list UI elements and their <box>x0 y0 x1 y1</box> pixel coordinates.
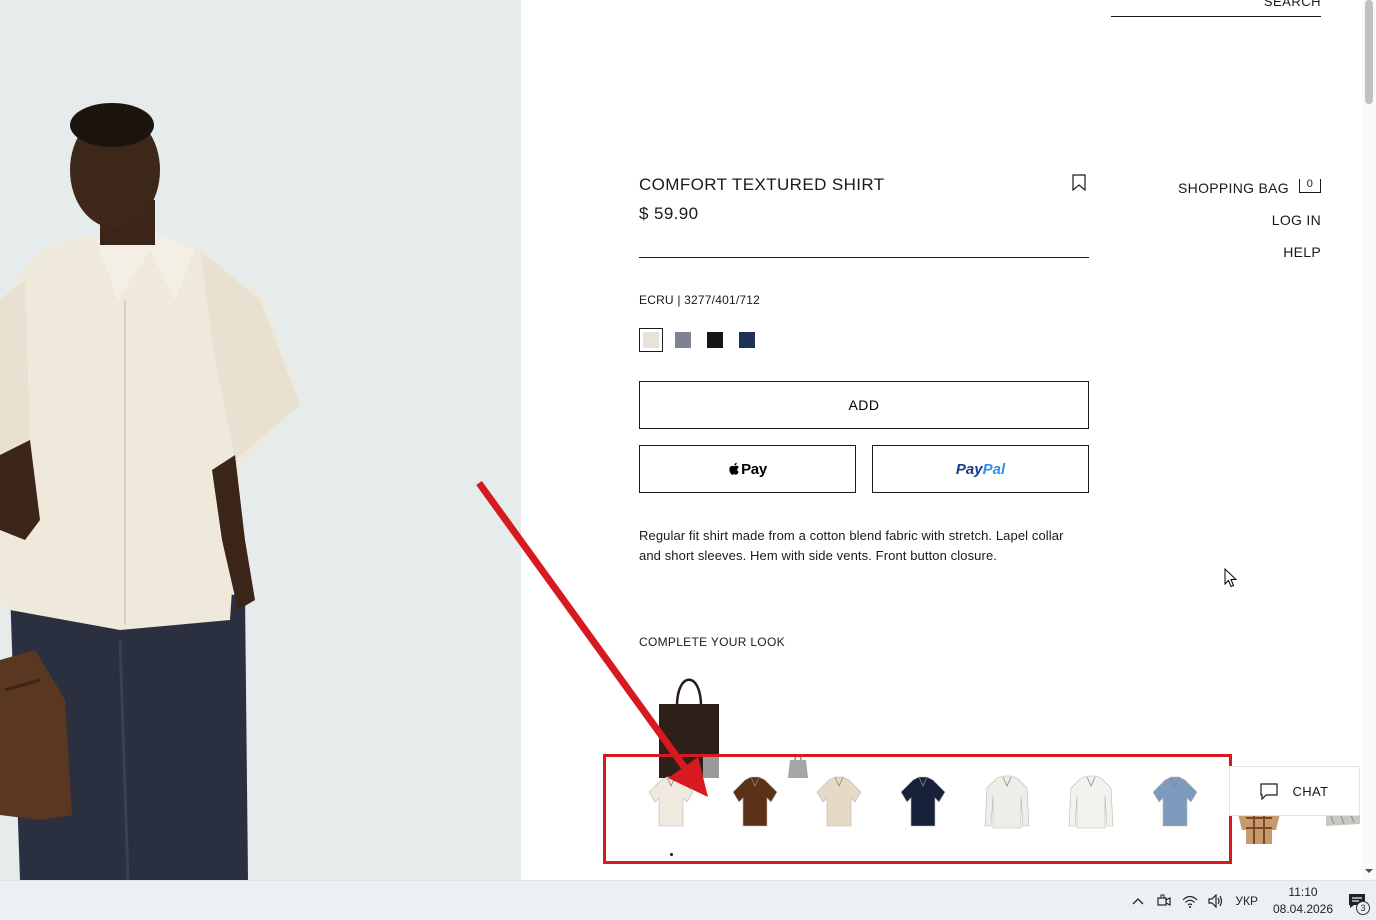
clock-time: 11:10 <box>1288 885 1318 899</box>
apple-pay-button[interactable]: Pay <box>639 445 856 493</box>
model-image <box>0 0 521 880</box>
carousel-indicator <box>670 853 673 856</box>
input-language-indicator[interactable]: УКР <box>1229 894 1268 908</box>
bookmark-icon[interactable] <box>1072 174 1086 191</box>
chat-label: CHAT <box>1292 783 1329 799</box>
help-link[interactable]: HELP <box>1283 244 1321 260</box>
product-photo[interactable] <box>0 0 521 880</box>
system-tray: УКР 11:10 08.04.2026 3 <box>1125 881 1376 920</box>
notification-center-button[interactable]: 3 <box>1338 881 1376 920</box>
carousel-item-beige-short-sleeve-shirt[interactable] <box>815 774 863 830</box>
mouse-cursor-icon <box>1224 568 1238 588</box>
color-reference: ECRU | 3277/401/712 <box>639 293 760 307</box>
notification-count-badge: 3 <box>1356 901 1370 915</box>
wifi-icon[interactable] <box>1177 881 1203 920</box>
similar-items-carousel[interactable] <box>603 754 1232 864</box>
product-title: COMFORT TEXTURED SHIRT <box>639 175 885 194</box>
clock-date: 08.04.2026 <box>1272 902 1334 916</box>
carousel-item-ecru-short-sleeve-shirt[interactable] <box>647 774 695 830</box>
swatch-ecru[interactable] <box>639 328 663 352</box>
express-payment-row: Pay PayPal <box>639 445 1089 493</box>
carousel-item-navy-polo-shirt[interactable] <box>899 774 947 830</box>
chat-button[interactable]: CHAT <box>1229 766 1360 816</box>
complete-your-look-heading: COMPLETE YOUR LOOK <box>639 635 785 649</box>
apple-icon <box>729 462 739 475</box>
show-hidden-icons-chevron-icon[interactable] <box>1125 881 1151 920</box>
search-link[interactable]: SEARCH <box>1111 0 1321 17</box>
add-button[interactable]: ADD <box>639 381 1089 429</box>
carousel-item-white-long-sleeve-shirt-2[interactable] <box>1067 774 1115 830</box>
paypal-logo: PayPal <box>955 460 1006 478</box>
swatch-navy[interactable] <box>739 332 755 348</box>
page-scrollbar[interactable] <box>1362 0 1376 880</box>
volume-icon[interactable] <box>1203 881 1229 920</box>
meet-now-icon[interactable] <box>1151 881 1177 920</box>
product-info: COMFORT TEXTURED SHIRT $ 59.90 ECRU | 32… <box>639 170 1089 649</box>
product-description: Regular fit shirt made from a cotton ble… <box>639 528 1064 563</box>
top-nav: SHOPPING BAG 0 LOG IN HELP <box>1178 172 1321 268</box>
paypal-button[interactable]: PayPal <box>872 445 1089 493</box>
color-swatches <box>639 328 1089 352</box>
swatch-blue-grey[interactable] <box>675 332 691 348</box>
carousel-item-blue-check-shirt[interactable] <box>1151 774 1199 830</box>
carousel-item-white-long-sleeve-shirt[interactable] <box>983 774 1031 830</box>
scroll-down-arrow-icon[interactable] <box>1364 866 1374 876</box>
bag-count-icon[interactable]: 0 <box>1299 179 1321 193</box>
scrollbar-thumb[interactable] <box>1365 0 1373 104</box>
product-price: $ 59.90 <box>639 204 699 223</box>
chat-bubble-icon <box>1260 782 1279 800</box>
taskbar: УКР 11:10 08.04.2026 3 <box>0 880 1376 920</box>
divider <box>639 257 1089 258</box>
carousel-item-brown-short-sleeve-shirt[interactable] <box>731 774 779 830</box>
system-clock[interactable]: 11:10 08.04.2026 <box>1268 884 1338 918</box>
login-link[interactable]: LOG IN <box>1272 212 1321 228</box>
shopping-bag-link[interactable]: SHOPPING BAG <box>1178 180 1289 196</box>
swatch-black[interactable] <box>707 332 723 348</box>
apple-pay-label: Pay <box>741 460 767 478</box>
